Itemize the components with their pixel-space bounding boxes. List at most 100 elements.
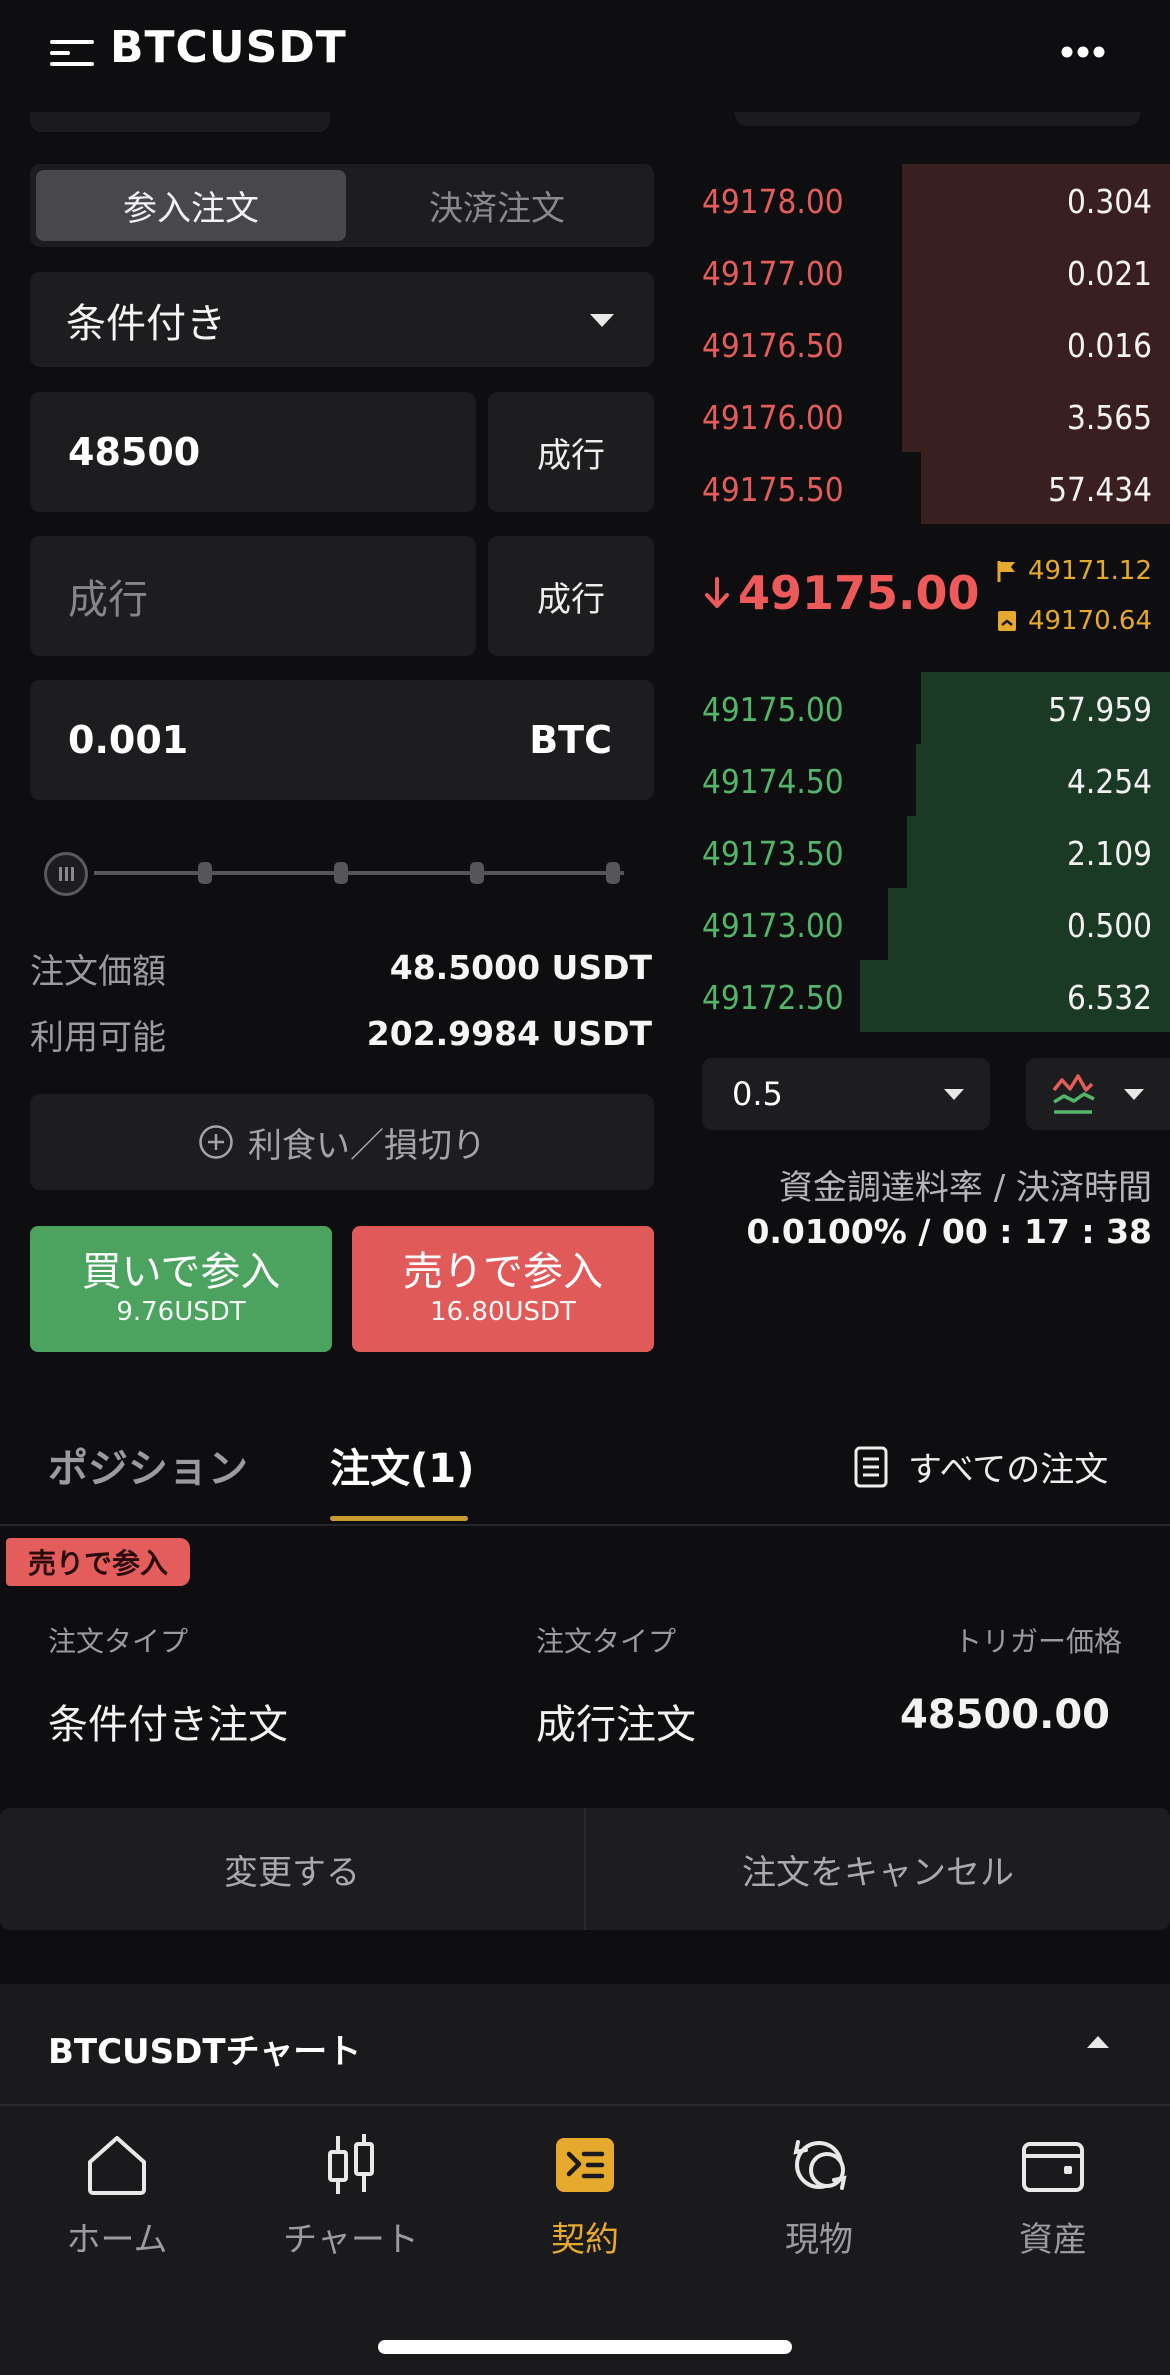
slider-tick[interactable]	[606, 862, 620, 884]
orderbook-view-icon	[1052, 1074, 1095, 1114]
slider-tick[interactable]	[334, 862, 348, 884]
order-mode-switch: 参入注文 決済注文	[30, 164, 654, 247]
sell-open-button[interactable]: 売りで参入 16.80USDT	[352, 1226, 654, 1352]
modify-order-button[interactable]: 変更する	[0, 1808, 584, 1930]
last-price-value: 49175.00	[738, 566, 980, 620]
bid-price: 49172.50	[702, 978, 844, 1017]
bid-row[interactable]: 49175.00 57.959	[700, 672, 1170, 744]
order-value-label: 注文価額	[30, 952, 166, 992]
ask-price: 49175.50	[702, 470, 844, 509]
nav-chart-label: チャート	[283, 2220, 419, 2260]
order-actions: 変更する 注文をキャンセル	[0, 1808, 1170, 1930]
document-icon	[854, 1446, 888, 1487]
trigger-price-input[interactable]: 48500	[30, 392, 476, 512]
bid-row[interactable]: 49173.50 2.109	[700, 816, 1170, 888]
bid-row[interactable]: 49174.50 4.254	[700, 744, 1170, 816]
bid-quantity: 4.254	[1067, 762, 1152, 801]
slider-track	[94, 871, 624, 875]
available-label: 利用可能	[30, 1018, 166, 1058]
page-title: BTCUSDT	[110, 22, 347, 73]
slider-tick[interactable]	[198, 862, 212, 884]
nav-home[interactable]: ホーム	[0, 2130, 234, 2261]
ask-quantity: 0.021	[1067, 254, 1152, 293]
order-side-badge: 売りで参入	[6, 1538, 191, 1586]
ask-price: 49176.50	[702, 326, 844, 365]
collapsed-panel-edge	[735, 112, 1140, 126]
trigger-price-value: 48500.00	[899, 1692, 1110, 1738]
ask-quantity: 0.304	[1067, 182, 1152, 221]
index-price: 49170.64	[996, 606, 1152, 636]
price-market-button[interactable]: 成行	[488, 536, 654, 656]
collapsed-panel-edge	[30, 112, 330, 132]
buy-open-button[interactable]: 買いで参入 9.76USDT	[30, 1226, 332, 1352]
slider-tick[interactable]	[470, 862, 484, 884]
buy-cost: 9.76USDT	[116, 1297, 246, 1328]
bid-quantity: 2.109	[1067, 834, 1152, 873]
flag-icon	[997, 561, 1015, 582]
plus-circle-icon	[199, 1125, 233, 1159]
spot-icon	[793, 2140, 847, 2190]
ask-row[interactable]: 49177.00 0.021	[700, 236, 1170, 308]
all-orders-label: すべての注文	[908, 1450, 1109, 1490]
bid-price: 49175.00	[702, 690, 844, 729]
ask-price: 49178.00	[702, 182, 844, 221]
quantity-unit: BTC	[529, 718, 612, 762]
mark-price: 49171.12	[996, 556, 1152, 586]
more-icon[interactable]	[1058, 32, 1108, 72]
contract-icon	[556, 2138, 614, 2192]
nav-spot[interactable]: 現物	[702, 2130, 936, 2261]
arrow-down-icon	[705, 577, 729, 608]
trigger-price-label: トリガー価格	[953, 1625, 1122, 1658]
order-type-label: 注文タイプ	[48, 1625, 189, 1658]
tab-orders[interactable]: 注文(1)	[330, 1436, 474, 1494]
quantity-slider[interactable]	[44, 848, 624, 898]
ask-quantity: 3.565	[1067, 398, 1152, 437]
index-price-value: 49170.64	[1027, 606, 1152, 636]
execution-type-value: 成行注文	[536, 1702, 696, 1748]
trigger-price-value: 48500	[68, 430, 201, 474]
nav-home-label: ホーム	[66, 2220, 168, 2260]
divider	[0, 1524, 1170, 1526]
bid-price: 49173.00	[702, 906, 844, 945]
orderbook-view-select[interactable]	[1026, 1058, 1170, 1130]
tab-positions[interactable]: ポジション	[48, 1436, 248, 1494]
nav-chart[interactable]: チャート	[234, 2130, 468, 2261]
price-input[interactable]: 成行	[30, 536, 476, 656]
trigger-market-button[interactable]: 成行	[488, 392, 654, 512]
funding-rate-value: 0.0100% / 00 : 17 : 38	[746, 1212, 1152, 1251]
tpsl-label: 利食い／損切り	[248, 1125, 486, 1166]
bid-quantity: 57.959	[1048, 690, 1152, 729]
ask-row[interactable]: 49176.50 0.016	[700, 308, 1170, 380]
slider-handle[interactable]	[44, 852, 88, 896]
all-orders-link[interactable]: すべての注文	[854, 1442, 1108, 1491]
nav-contract[interactable]: 契約	[468, 2130, 702, 2261]
menu-icon[interactable]	[50, 38, 94, 68]
nav-assets[interactable]: 資産	[936, 2130, 1170, 2261]
quantity-input[interactable]: 0.001 BTC	[30, 680, 654, 800]
bid-price: 49174.50	[702, 762, 844, 801]
home-icon	[88, 2136, 146, 2195]
tab-close-order[interactable]: 決済注文	[342, 170, 652, 241]
bid-row[interactable]: 49173.00 0.500	[700, 888, 1170, 960]
ask-row[interactable]: 49178.00 0.304	[700, 164, 1170, 236]
nav-assets-label: 資産	[1019, 2220, 1087, 2260]
bottom-nav: ホーム チャート 契約 現物 資産	[0, 2104, 1170, 2375]
bid-row[interactable]: 49172.50 6.532	[700, 960, 1170, 1032]
available-value: 202.9984 USDT	[366, 1014, 652, 1053]
order-type-select[interactable]: 条件付き	[30, 272, 654, 367]
cancel-order-button[interactable]: 注文をキャンセル	[584, 1808, 1170, 1930]
tpsl-button[interactable]: 利食い／損切り	[30, 1094, 654, 1190]
ask-row[interactable]: 49175.50 57.434	[700, 452, 1170, 524]
ask-price: 49177.00	[702, 254, 844, 293]
execution-type-label: 注文タイプ	[536, 1625, 677, 1658]
tab-open-order[interactable]: 参入注文	[36, 170, 346, 241]
mark-price-value: 49171.12	[1027, 556, 1152, 586]
chevron-up-icon[interactable]	[1087, 2036, 1109, 2048]
nav-contract-label: 契約	[551, 2220, 619, 2260]
depth-precision-select[interactable]: 0.5	[702, 1058, 990, 1130]
active-tab-indicator	[330, 1516, 468, 1521]
order-type-value: 条件付き	[66, 300, 226, 347]
bid-quantity: 6.532	[1067, 978, 1152, 1017]
ask-row[interactable]: 49176.00 3.565	[700, 380, 1170, 452]
order-value: 48.5000 USDT	[389, 948, 652, 987]
